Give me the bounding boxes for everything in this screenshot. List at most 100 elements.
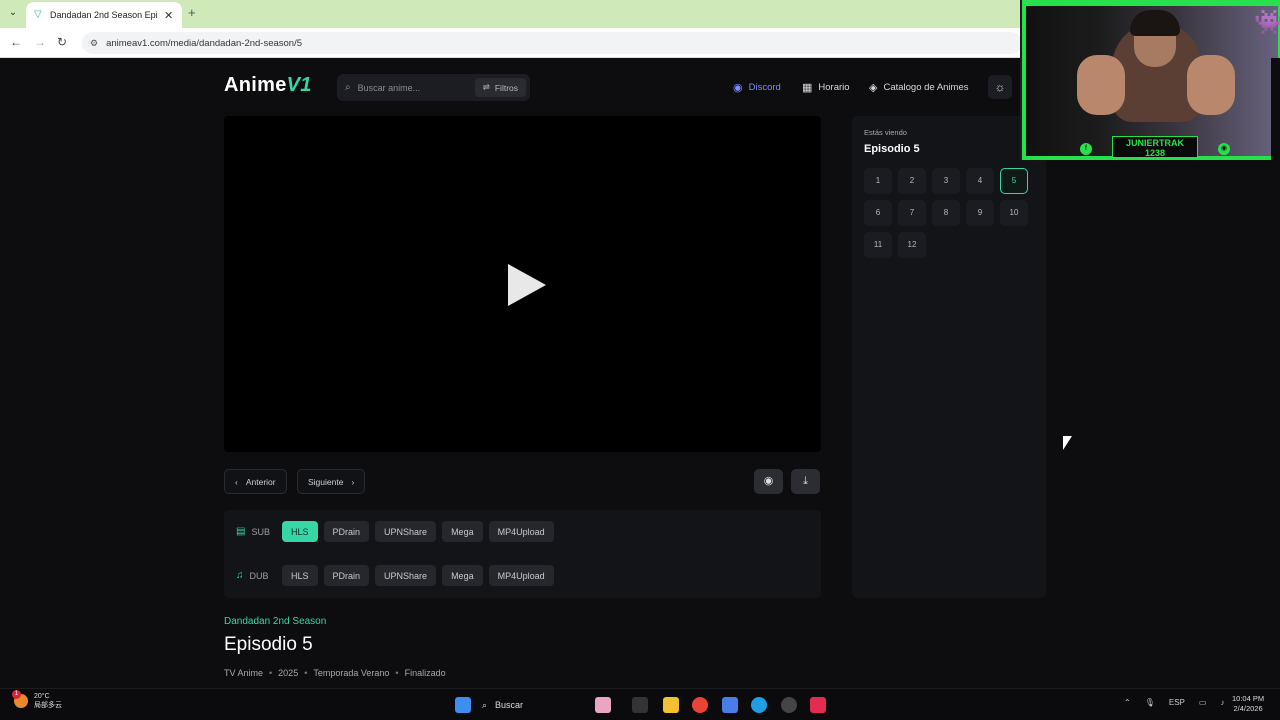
episode-button-8[interactable]: 8 <box>932 200 960 226</box>
site-favicon-icon: ▽ <box>34 9 42 20</box>
tab-title: Dandadan 2nd Season Episodio <box>50 10 158 20</box>
server-chip-dub-pdrain[interactable]: PDrain <box>323 565 370 586</box>
mark-watched-button[interactable]: ◉ <box>754 469 783 494</box>
video-player[interactable] <box>224 116 821 452</box>
tab-list-icon[interactable]: ⌄ <box>6 6 20 20</box>
subtitles-icon: ▤ <box>236 526 246 537</box>
dub-server-row: ♫ DUB HLS PDrain UPNShare Mega MP4Upload <box>236 565 554 586</box>
server-chip-sub-hls[interactable]: HLS <box>282 521 318 542</box>
episode-button-12[interactable]: 12 <box>898 232 926 258</box>
discord-icon: ◉ <box>733 82 743 94</box>
nav-schedule[interactable]: ▦ Horario <box>802 81 850 94</box>
search-icon: ⌕ <box>482 699 488 710</box>
chevron-right-icon: › <box>351 476 355 487</box>
episode-button-9[interactable]: 9 <box>966 200 994 226</box>
episode-button-2[interactable]: 2 <box>898 168 926 194</box>
episode-button-3[interactable]: 3 <box>932 168 960 194</box>
space-invader-icon: 👾 <box>1254 8 1280 37</box>
previous-label: Anterior <box>245 476 276 487</box>
server-chip-sub-upnshare[interactable]: UPNShare <box>375 521 437 542</box>
back-icon[interactable]: ← <box>10 35 22 49</box>
widgets-icon[interactable] <box>595 697 611 713</box>
weather-condition: 局部多云 <box>34 702 62 709</box>
download-button[interactable]: ⤓ <box>791 469 820 494</box>
calendar-icon: ▦ <box>802 82 813 94</box>
meta-status: Finalizado <box>404 668 446 678</box>
sub-server-row: ▤ SUB HLS PDrain UPNShare Mega MP4Upload <box>236 521 554 542</box>
system-tray: ⌃ 🎙 ESP ▭ ♪ <box>1124 698 1224 707</box>
server-chip-dub-mp4upload[interactable]: MP4Upload <box>488 565 554 586</box>
obs-icon[interactable] <box>781 697 797 713</box>
nav-discord[interactable]: ◉ Discord <box>733 81 781 94</box>
tiktok-icon[interactable] <box>810 697 826 713</box>
chevron-left-icon: ‹ <box>235 476 238 487</box>
watching-label: Estás viendo <box>864 128 907 137</box>
nav-catalog[interactable]: ◈ Catalogo de Animes <box>869 81 969 94</box>
streamer-webcam-overlay: 👾 f JUNIERTRAK 1238 ◉ <box>1020 0 1280 160</box>
taskbar-search[interactable]: ⌕ Buscar <box>482 693 592 717</box>
eye-icon: ◉ <box>763 475 774 487</box>
task-view-icon[interactable] <box>632 697 648 713</box>
chrome-icon[interactable] <box>692 697 708 713</box>
episode-button-5[interactable]: 5 <box>1000 168 1028 194</box>
server-chip-dub-mega[interactable]: Mega <box>442 565 483 586</box>
server-chip-dub-upnshare[interactable]: UPNShare <box>375 565 437 586</box>
volume-icon[interactable]: ♪ <box>1220 698 1224 707</box>
chevron-up-icon[interactable]: ⌃ <box>1124 698 1131 707</box>
search-box[interactable]: ⌕ Buscar anime... ⇌ Filtros <box>337 74 530 101</box>
language-indicator[interactable]: ESP <box>1169 698 1185 707</box>
copilot-icon[interactable] <box>722 697 738 713</box>
filters-label: Filtros <box>494 82 518 93</box>
site-logo[interactable]: AnimeV1 <box>224 74 312 97</box>
current-episode-label: Episodio 5 <box>864 143 920 155</box>
taskbar-search-label: Buscar <box>495 700 524 710</box>
network-icon[interactable]: ▭ <box>1199 698 1207 707</box>
windows-start-icon[interactable] <box>455 697 471 713</box>
theme-toggle-button[interactable]: ☼ <box>988 75 1012 99</box>
episode-button-4[interactable]: 4 <box>966 168 994 194</box>
site-info-icon[interactable]: ⚙ <box>90 38 98 49</box>
forward-icon[interactable]: → <box>34 35 46 49</box>
close-tab-icon[interactable]: ✕ <box>164 9 173 22</box>
filter-icon: ⇌ <box>482 82 490 92</box>
episode-list-panel: Estás viendo Episodio 5 1 2 3 4 5 6 7 8 … <box>852 116 1046 598</box>
layers-icon: ◈ <box>869 82 878 94</box>
file-explorer-icon[interactable] <box>663 697 679 713</box>
nav-discord-label: Discord <box>748 82 781 93</box>
episode-button-10[interactable]: 10 <box>1000 200 1028 226</box>
previous-episode-button[interactable]: ‹ Anterior <box>224 469 287 494</box>
episode-button-1[interactable]: 1 <box>864 168 892 194</box>
page-scrollbar[interactable] <box>1271 58 1280 688</box>
filters-button[interactable]: ⇌ Filtros <box>474 78 526 97</box>
episode-title: Episodio 5 <box>224 634 313 655</box>
new-tab-icon[interactable]: + <box>188 5 196 20</box>
sun-icon: ☼ <box>994 80 1006 94</box>
browser-tab[interactable]: ▽ Dandadan 2nd Season Episodio ✕ <box>26 2 182 28</box>
edge-icon[interactable] <box>751 697 767 713</box>
weather-widget[interactable]: 1 20°C 局部多云 <box>12 690 62 710</box>
nav-catalog-label: Catalogo de Animes <box>883 82 969 93</box>
server-chip-sub-mp4upload[interactable]: MP4Upload <box>488 521 554 542</box>
notification-badge: 1 <box>12 690 21 699</box>
next-episode-button[interactable]: Siguiente › <box>297 469 366 494</box>
episode-button-6[interactable]: 6 <box>864 200 892 226</box>
next-label: Siguiente <box>308 476 344 487</box>
meta-separator: • <box>304 668 308 678</box>
dub-label-group: ♫ DUB <box>236 570 276 581</box>
meta-season: Temporada Verano <box>313 668 390 678</box>
server-chip-sub-pdrain[interactable]: PDrain <box>323 521 370 542</box>
episode-button-11[interactable]: 11 <box>864 232 892 258</box>
address-bar[interactable]: ⚙ animeav1.com/media/dandadan-2nd-season… <box>82 32 1022 54</box>
logo-mark: V1 <box>286 74 312 96</box>
series-title-link[interactable]: Dandadan 2nd Season <box>224 616 326 627</box>
play-icon[interactable] <box>508 264 546 306</box>
clock-time: 10:04 PM <box>1232 694 1265 703</box>
microphone-icon[interactable]: 🎙 <box>1145 698 1155 707</box>
streamer-nameplate: JUNIERTRAK 1238 <box>1112 136 1198 158</box>
episode-button-7[interactable]: 7 <box>898 200 926 226</box>
server-chip-sub-mega[interactable]: Mega <box>442 521 483 542</box>
server-chip-dub-hls[interactable]: HLS <box>282 565 318 586</box>
discord-icon: ◉ <box>1218 143 1230 155</box>
reload-icon[interactable]: ↻ <box>57 35 67 49</box>
system-clock[interactable]: 10:04 PM 2/4/2026 <box>1232 694 1264 714</box>
